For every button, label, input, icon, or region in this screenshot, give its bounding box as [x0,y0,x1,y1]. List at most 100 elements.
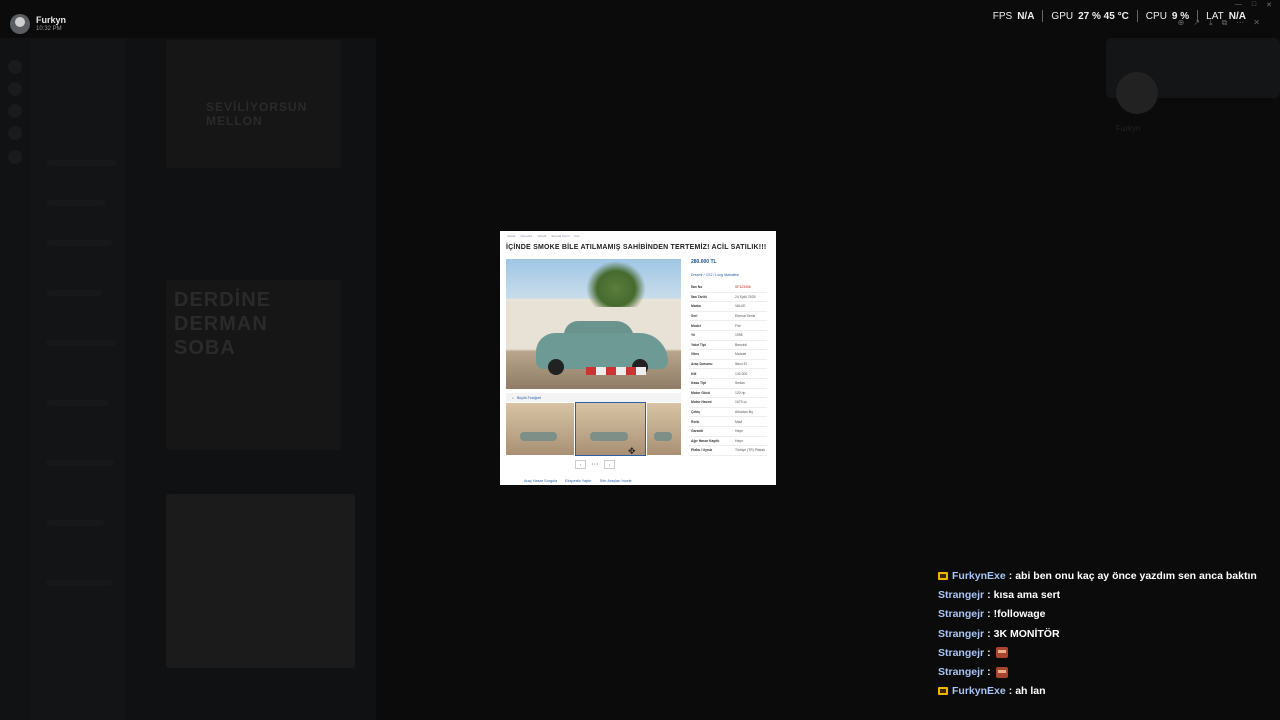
background-screenshot [166,494,355,668]
spec-key: Yıl [689,330,733,341]
chat-message: Strangejr: kısa ama sert [938,585,1257,604]
poster-image-1: SEVİLİYORSUN MELLON [166,40,341,168]
spec-row: Araç Durumu İkinci El [689,359,767,370]
close-viewer-icon[interactable]: ✕ [1253,18,1260,28]
thumbnail [646,403,682,455]
user-avatar [10,14,30,34]
spec-value: Türkiye (TR) Plakalı [733,445,767,456]
chat-message: FurkynExe: abi ben onu kaç ay önce yazdım… [938,566,1257,585]
window-controls: — □ ✕ [1235,1,1272,9]
chat-message: Strangejr: !followage [938,605,1257,624]
listing-title: İÇİNDE SMOKE BİLE ATILMAMIŞ SAHİBİNDEN T… [506,244,767,251]
spec-row: Motor Gücü 120 hp [689,388,767,399]
spec-key: Araç Durumu [689,359,733,370]
spec-key: Renk [689,416,733,427]
spec-row: Ağır Hasar Kayıtlı Hayır [689,436,767,447]
spec-key: Çekiş [689,407,733,418]
poster-1-text: SEVİLİYORSUN MELLON [206,100,308,128]
spec-key: Yakıt Tipi [689,340,733,351]
spec-value: 24 Eylül 2025 [733,292,767,303]
spec-row: Yıl 1998 [689,330,767,341]
action-link: Sıfır Araçları İncele [599,479,632,483]
chat-text: 3K MONİTÖR [993,627,1060,640]
spec-row: Model Fire [689,320,767,331]
gallery-pager: ‹ • • • › [575,460,615,469]
spec-value: SF123456 [733,283,767,293]
chat-separator: : [987,627,991,640]
stat-fps: FPS N/A [992,10,1035,22]
spec-row: Yakıt Tipi Benzinli [689,340,767,351]
chat-separator: : [987,588,991,601]
chat-separator: : [1008,685,1013,698]
user-name: Furkyn [36,15,67,25]
spec-row: KM 130.000 [689,368,767,379]
poster-2-text: DERDİNE DERMAN SOBA [174,289,272,359]
spec-row: Seri Eternal Serisi [689,311,767,322]
server-icon[interactable] [8,82,22,96]
spec-value: 120 hp [733,388,767,399]
broadcaster-badge-icon [938,687,948,696]
spec-key: Motor Gücü [689,388,733,399]
close-icon[interactable]: ✕ [1266,1,1272,9]
server-icon[interactable] [8,60,22,74]
spec-table: İlan No SF123456 İlan Tarihi 24 Eylül 2025 M… [689,283,767,456]
spec-value: Mavi [733,416,767,427]
spec-value: 1679 cc [733,397,767,408]
chat-text: ah lan [1015,685,1046,698]
spec-key: Ağır Hasar Kayıtlı [689,436,733,447]
chat-username[interactable]: Strangejr [938,589,984,601]
prev-icon: ‹ [575,460,586,469]
server-icon[interactable] [8,104,22,118]
profile-avatar [1116,72,1158,114]
broadcaster-badge-icon [938,571,948,580]
spec-key: Kasa Tipi [689,378,733,389]
pager-dots: • • • [591,461,599,466]
spec-key: Garanti [689,426,733,437]
poster-image-2: DERDİNE DERMAN SOBA [166,280,341,450]
large-photo-label: Büyük Fotoğraf [516,395,541,400]
spec-row: İlan No SF123456 [689,283,767,293]
current-user: Furkyn 10:32 PM [10,14,66,34]
spec-value: Eternal Serisi [733,311,767,322]
performance-overlay: FPS N/A GPU 27 % 45 °C CPU 9 % LAT N/A [985,10,1254,22]
listing-image[interactable]: Vasıta Otomobil VALVE Eternal Serisi Fire İÇ… [500,231,776,485]
server-icon[interactable] [8,126,22,140]
chat-username[interactable]: Strangejr [938,666,984,678]
profile-name: Furkyn [1116,124,1141,133]
spec-row: Plaka / Uyruk Türkiye (TR) Plakalı [689,445,767,456]
spec-value: İkinci El [733,359,767,370]
next-icon: › [604,460,615,469]
listing-actions: Araç Hasar Sorgula Ekspertiz Yaptır Sıfı… [524,479,632,483]
listing-price: 280.000 TL [691,259,717,265]
spec-value: 130.000 [733,368,767,379]
minimize-icon[interactable]: — [1235,1,1242,9]
server-rail [0,38,30,720]
chat-username[interactable]: FurkynExe [952,685,1006,697]
spec-row: İlan Tarihi 24 Eylül 2025 [689,292,767,303]
move-cursor-icon: ✥ [628,446,636,456]
spec-row: Renk Mavi [689,416,767,427]
chat-text: kısa ama sert [993,588,1061,601]
spec-value: Hayır [733,426,767,437]
spec-row: Çekiş Arkadan İtiş [689,407,767,418]
spec-value: 1998 [733,330,767,341]
server-icon[interactable] [8,150,22,164]
spec-row: Garanti Hayır [689,426,767,437]
spec-value: Sedan [733,378,767,389]
spec-row: Vites Manuel [689,349,767,360]
thumbnail [506,403,575,455]
spec-key: İlan No [689,283,733,293]
stream-chat: FurkynExe: abi ben onu kaç ay önce yazdım… [938,566,1257,701]
action-link: Ekspertiz Yaptır [565,479,592,483]
emote-icon [995,666,1008,678]
chat-username[interactable]: Strangejr [938,647,984,659]
chat-username[interactable]: Strangejr [938,608,984,620]
channel-list [30,38,126,720]
chat-username[interactable]: FurkynExe [952,570,1006,582]
spec-key: Model [689,320,733,331]
chat-username[interactable]: Strangejr [938,628,984,640]
maximize-icon[interactable]: □ [1252,1,1256,9]
chat-text: abi ben onu kaç ay önce yazdım sen anca … [1015,569,1257,582]
user-time: 10:32 PM [36,26,62,32]
spec-value: Hayır [733,436,767,447]
